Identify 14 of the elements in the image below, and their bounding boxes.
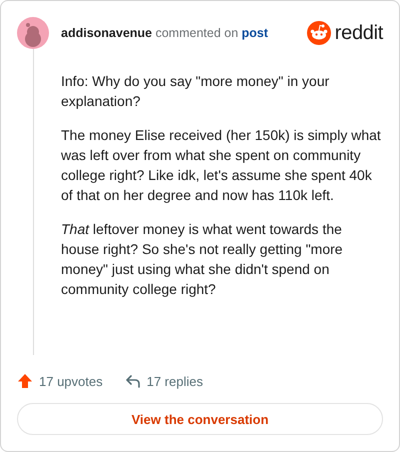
- brand-name: reddit: [334, 22, 383, 44]
- avatar-icon: [17, 17, 49, 49]
- comment-paragraph: Info: Why do you say "more money" in your explanation?: [61, 72, 330, 111]
- upvote-count: 17 upvotes: [39, 374, 103, 388]
- username[interactable]: addisonavenue: [61, 26, 152, 40]
- action-text: commented on: [155, 26, 238, 40]
- post-link[interactable]: post: [242, 26, 268, 40]
- view-conversation-button[interactable]: View the conversation: [17, 403, 383, 435]
- reply-count: 17 replies: [146, 374, 203, 388]
- reddit-logo-icon: [306, 21, 331, 45]
- reply-icon[interactable]: [124, 373, 141, 389]
- comment-paragraph: That leftover money is what went towards the house right? So she's not really getting "more money" just using what she didn't spend on community college right?: [61, 220, 344, 299]
- comment-paragraph: The money Elise received (her 150k) is simply what was left over from what she spent on community college right? Like idk, let's assume she spent 40k of that on her degree and now has 110k left.: [61, 126, 382, 205]
- upvote-icon[interactable]: [17, 373, 33, 389]
